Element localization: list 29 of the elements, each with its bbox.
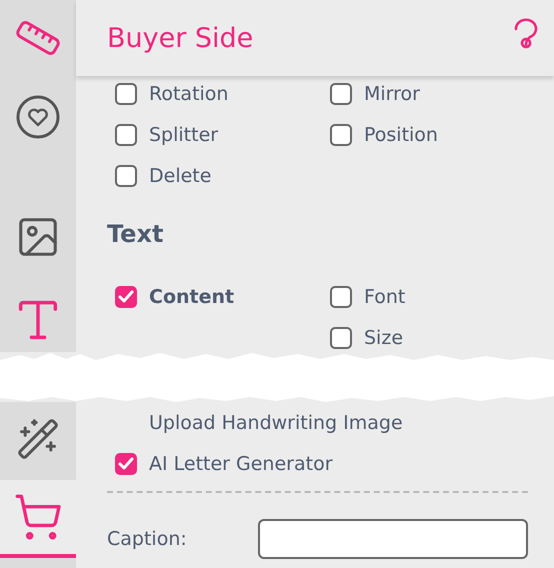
option-label: AI Letter Generator <box>149 452 333 474</box>
option-label: Upload Handwriting Image <box>149 412 403 434</box>
cart-icon <box>13 492 63 542</box>
caption-field[interactable] <box>258 519 528 559</box>
checkbox[interactable] <box>330 82 352 104</box>
checkbox[interactable] <box>115 164 137 186</box>
option-label: Font <box>364 286 406 308</box>
option-label: Delete <box>149 164 212 186</box>
option-label: Content <box>149 286 234 308</box>
option-label: Position <box>364 124 438 146</box>
heart-badge-icon <box>16 95 60 139</box>
checkbox[interactable] <box>330 286 352 308</box>
checkbox[interactable] <box>115 452 137 474</box>
option-label: Mirror <box>364 82 420 104</box>
checkbox[interactable] <box>115 124 137 146</box>
magic-wand-icon <box>16 417 60 461</box>
checkbox[interactable] <box>115 286 137 308</box>
checkbox[interactable] <box>330 124 352 146</box>
panel-title: Buyer Side <box>107 22 254 54</box>
caption-label: Caption: <box>107 528 187 550</box>
option-label: Splitter <box>149 124 218 146</box>
check-icon <box>118 290 134 304</box>
sidebar-tab[interactable] <box>0 480 76 558</box>
section-heading: Text <box>107 220 164 250</box>
option-label: Size <box>364 326 404 348</box>
option-label: Rotation <box>149 82 228 104</box>
check-icon <box>118 456 134 470</box>
checkbox[interactable] <box>330 326 352 348</box>
checkbox[interactable] <box>115 82 137 104</box>
